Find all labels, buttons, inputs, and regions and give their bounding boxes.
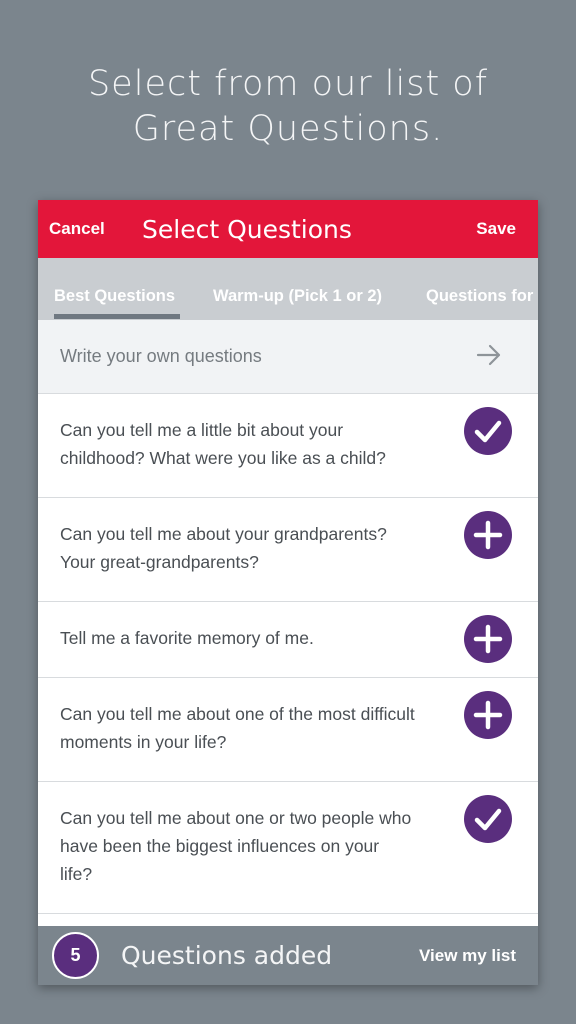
question-row[interactable]: Can you tell me about your grandparents?… bbox=[38, 498, 538, 602]
questions-added-label: Questions added bbox=[121, 941, 333, 970]
cancel-button[interactable]: Cancel bbox=[49, 219, 105, 239]
plus-icon bbox=[473, 624, 503, 654]
question-row[interactable]: Tell me a favorite memory of me. bbox=[38, 602, 538, 678]
questions-count-badge: 5 bbox=[52, 932, 99, 979]
top-bar: Cancel Select Questions Save bbox=[38, 200, 538, 258]
question-toggle-button[interactable] bbox=[464, 511, 512, 559]
question-row[interactable]: Can you tell me about one of the most di… bbox=[38, 678, 538, 782]
bottom-bar: 5 Questions added View my list bbox=[38, 926, 538, 985]
question-toggle-button[interactable] bbox=[464, 615, 512, 663]
tab-questions-for[interactable]: Questions for bbox=[426, 258, 533, 320]
question-text: Can you tell me a little bit about your … bbox=[60, 420, 386, 468]
active-tab-indicator bbox=[54, 314, 180, 319]
write-own-questions-row[interactable]: Write your own questions bbox=[38, 320, 538, 394]
plus-icon bbox=[473, 520, 503, 550]
check-icon bbox=[474, 808, 502, 831]
headline-line-2: Great Questions. bbox=[132, 109, 444, 149]
save-button[interactable]: Save bbox=[476, 219, 516, 239]
question-text: Can you tell me about one or two people … bbox=[60, 808, 412, 884]
select-questions-card: Cancel Select Questions Save Best Questi… bbox=[38, 200, 538, 985]
tab-warm-up[interactable]: Warm-up (Pick 1 or 2) bbox=[213, 258, 382, 320]
plus-icon bbox=[473, 700, 503, 730]
write-own-questions-label: Write your own questions bbox=[60, 346, 262, 366]
question-text: Can you tell me about your grandparents?… bbox=[60, 524, 387, 572]
page-title: Select Questions bbox=[142, 214, 352, 244]
view-my-list-button[interactable]: View my list bbox=[419, 946, 516, 966]
tab-best-questions[interactable]: Best Questions bbox=[54, 258, 175, 320]
question-toggle-button[interactable] bbox=[464, 795, 512, 843]
headline: Select from our list of Great Questions. bbox=[0, 62, 576, 152]
arrow-right-icon bbox=[476, 344, 501, 366]
question-row[interactable]: Can you tell me a little bit about your … bbox=[38, 394, 538, 498]
question-row[interactable]: Can you tell me about one or two people … bbox=[38, 782, 538, 914]
question-toggle-button[interactable] bbox=[464, 407, 512, 455]
question-text: Can you tell me about one of the most di… bbox=[60, 704, 415, 752]
question-text: Tell me a favorite memory of me. bbox=[60, 628, 314, 648]
headline-line-1: Select from our list of bbox=[87, 64, 489, 104]
tab-bar: Best Questions Warm-up (Pick 1 or 2) Que… bbox=[38, 258, 538, 320]
check-icon bbox=[474, 420, 502, 443]
question-toggle-button[interactable] bbox=[464, 691, 512, 739]
